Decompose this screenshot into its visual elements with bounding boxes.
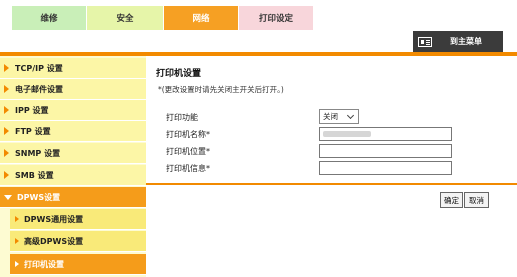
ok-button[interactable]: 确定 [440,192,463,208]
arrow-right-icon [15,261,19,267]
sidebar-item-label: IPP 设置 [15,105,49,115]
sidebar-item-label: DPWS设置 [17,192,61,202]
sidebar-item-tcpip[interactable]: TCP/IP 设置 [0,58,146,79]
restart-note: *(更改设置时请先关闭主开关后打开。) [158,85,284,94]
sidebar-subitem-label: 打印机设置 [24,259,64,269]
sidebar-subitem-label: DPWS通用设置 [24,214,84,224]
sidebar-item-label: TCP/IP 设置 [15,63,63,73]
tab-network[interactable]: 网络 [164,6,238,30]
main-menu-button[interactable]: 到主菜单 [413,31,503,52]
sidebar-item-label: SNMP 设置 [15,148,61,158]
main-menu-label: 到主菜单 [450,37,482,46]
arrow-right-icon [15,238,19,244]
printer-name-label: 打印机名称* [166,130,210,139]
redacted-value [323,131,371,137]
printer-location-field[interactable] [319,144,452,158]
sidebar-item-ipp[interactable]: IPP 设置 [0,100,146,121]
printer-name-field[interactable] [319,127,452,141]
arrow-right-icon [4,106,9,114]
arrow-right-icon [4,171,9,179]
sidebar: TCP/IP 设置 电子邮件设置 IPP 设置 FTP 设置 SNMP 设置 S… [0,56,146,277]
sidebar-item-label: FTP 设置 [15,126,51,136]
arrow-right-icon [15,216,19,222]
main-content: 打印机设置 *(更改设置时请先关闭主开关后打开。) 打印功能 关闭 打印机名称*… [146,56,517,277]
cancel-button[interactable]: 取消 [464,192,489,208]
sidebar-subitem-printer-settings[interactable]: 打印机设置 [10,254,146,275]
sidebar-item-email[interactable]: 电子邮件设置 [0,79,146,100]
sidebar-item-label: SMB 设置 [15,170,54,180]
arrow-right-icon [4,85,9,93]
print-function-select[interactable]: 关闭 [319,109,359,124]
printer-info-label: 打印机信息* [166,164,210,173]
print-function-label: 打印功能 [166,113,198,122]
tab-print-settings[interactable]: 打印设定 [239,6,313,30]
sidebar-item-label: 电子邮件设置 [15,84,63,94]
printer-info-field[interactable] [319,161,452,175]
arrow-right-icon [4,127,9,135]
page-title: 打印机设置 [156,69,202,79]
sidebar-item-snmp[interactable]: SNMP 设置 [0,143,146,164]
top-tabs: 维修 安全 网络 打印设定 [12,6,314,30]
form-divider [146,183,517,185]
print-function-value: 关闭 [323,112,338,121]
tab-security[interactable]: 安全 [87,6,163,30]
sidebar-subitem-dpws-general[interactable]: DPWS通用设置 [10,209,146,230]
sidebar-item-smb[interactable]: SMB 设置 [0,165,146,186]
sidebar-subitem-dpws-advanced[interactable]: 高级DPWS设置 [10,231,146,252]
main-menu-icon [418,36,432,47]
tab-maintenance[interactable]: 维修 [12,6,86,30]
arrow-right-icon [4,149,9,157]
chevron-down-icon [346,111,355,120]
sidebar-subitem-label: 高级DPWS设置 [24,236,84,246]
arrow-down-icon [4,194,12,200]
sidebar-item-dpws[interactable]: DPWS设置 [0,187,146,208]
printer-location-label: 打印机位置* [166,147,210,156]
arrow-right-icon [4,64,9,72]
sidebar-item-ftp[interactable]: FTP 设置 [0,121,146,142]
